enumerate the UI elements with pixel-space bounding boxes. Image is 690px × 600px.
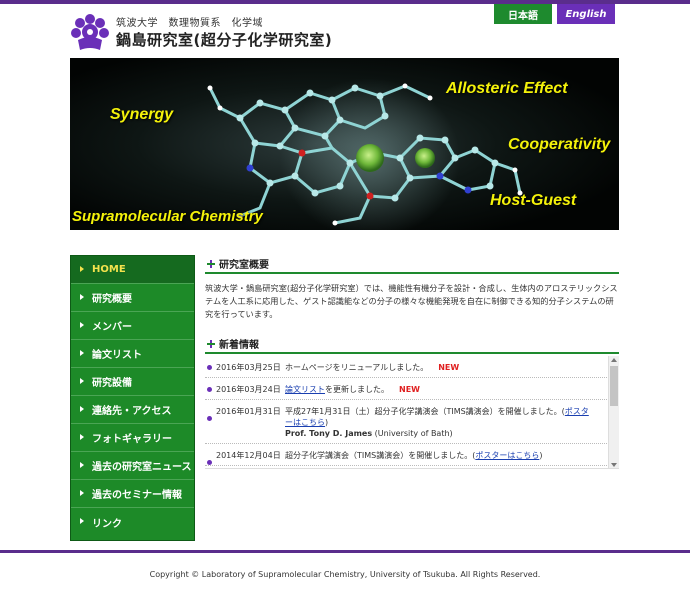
- news-item: 2014年12月04日 超分子化学講演会（TIMS講演会）を開催しました。(ポス…: [205, 444, 619, 466]
- news-list[interactable]: 2016年03月25日 ホームページをリニューアルしました。 NEW 2016年0…: [205, 356, 619, 469]
- sidebar-item-past-news[interactable]: 過去の研究室ニュース: [71, 452, 194, 480]
- footer-copyright: Copyright © Laboratory of Supramolecular…: [149, 570, 541, 579]
- overview-title: 研究室概要: [219, 260, 269, 271]
- sidebar-item-label: 過去の研究室ニュース: [92, 462, 192, 473]
- arrow-right-icon: [80, 462, 84, 468]
- news-item: 2016年03月24日 論文リストを更新しました。 NEW: [205, 378, 619, 400]
- scroll-down-icon[interactable]: [611, 463, 617, 467]
- sidebar-item-research-overview[interactable]: 研究概要: [71, 284, 194, 312]
- speaker-name: Prof. Tony D. James: [285, 429, 373, 438]
- sidebar-item-contact-access[interactable]: 連絡先・アクセス: [71, 396, 194, 424]
- news-text: 平成27年1月31日（土）超分子化学講演会（TIMS講演会）を開催しました。(ポ…: [285, 407, 589, 438]
- arrow-right-icon: [80, 518, 84, 524]
- sidebar-item-label: HOME: [92, 264, 126, 275]
- arrow-right-icon: [80, 490, 84, 496]
- main-content: 研究室概要 筑波大学・鍋島研究室(超分子化学研究室）では、機能性有機分子を設計・…: [205, 255, 619, 469]
- hero-banner: Synergy Allosteric Effect Cooperativity …: [70, 58, 619, 230]
- arrow-right-icon: [80, 294, 84, 300]
- sidebar-item-label: 論文リスト: [92, 350, 142, 361]
- sidebar-item-photo-gallery[interactable]: フォトギャラリー: [71, 424, 194, 452]
- sidebar-item-publications[interactable]: 論文リスト: [71, 340, 194, 368]
- university-crest-logo[interactable]: [70, 12, 110, 52]
- poster-link[interactable]: ポスターはこちら: [475, 451, 539, 460]
- sidebar-nav: HOME 研究概要 メンバー 論文リスト 研究設備 連絡先・アクセス フォトギャ…: [70, 255, 195, 541]
- banner-label-synergy: Synergy: [110, 106, 174, 123]
- news-date: 2016年01月31日: [216, 407, 281, 416]
- sidebar-item-equipment[interactable]: 研究設備: [71, 368, 194, 396]
- language-japanese-button[interactable]: 日本語: [494, 4, 552, 24]
- sidebar-item-label: 研究設備: [92, 378, 132, 389]
- sparkle-icon: [207, 260, 215, 268]
- sidebar-item-label: 研究概要: [92, 294, 132, 305]
- speaker-affiliation: (University of Bath): [372, 429, 453, 438]
- news-heading: 新着情報: [205, 335, 619, 354]
- site-header: 筑波大学 数理物質系 化学域 鍋島研究室(超分子化学研究室) 日本語 Engli…: [0, 4, 690, 54]
- bullet-dot-icon: [207, 460, 212, 465]
- banner-label-supramolecular-chemistry: Supramolecular Chemistry: [72, 208, 263, 225]
- university-department-line: 筑波大学 数理物質系 化学域: [116, 18, 263, 29]
- news-date: 2014年12月04日: [216, 451, 281, 460]
- news-date: 2016年03月24日: [216, 385, 281, 394]
- new-badge: NEW: [399, 385, 420, 394]
- bullet-dot-icon: [207, 387, 212, 392]
- bullet-dot-icon: [207, 416, 212, 421]
- lab-title[interactable]: 鍋島研究室(超分子化学研究室): [116, 29, 332, 50]
- news-item: 2016年03月25日 ホームページをリニューアルしました。 NEW: [205, 356, 619, 378]
- bottom-accent-bar: [0, 550, 690, 553]
- bullet-dot-icon: [207, 365, 212, 370]
- arrow-right-icon: [80, 322, 84, 328]
- news-date: 2016年03月25日: [216, 363, 281, 372]
- news-text: ホームページをリニューアルしました。 NEW: [285, 363, 460, 372]
- news-item: 2016年01月31日 平成27年1月31日（土）超分子化学講演会（TIMS講演…: [205, 400, 619, 444]
- banner-label-allosteric-effect: Allosteric Effect: [446, 80, 568, 97]
- sparkle-icon: [207, 340, 215, 348]
- new-badge: NEW: [438, 363, 460, 372]
- news-title: 新着情報: [219, 340, 259, 351]
- language-english-button[interactable]: English: [557, 4, 615, 24]
- overview-text: 筑波大学・鍋島研究室(超分子化学研究室）では、機能性有機分子を設計・合成し、生体…: [205, 283, 618, 319]
- arrow-right-icon: [80, 378, 84, 384]
- publications-link[interactable]: 論文リスト: [285, 385, 325, 394]
- overview-heading: 研究室概要: [205, 255, 619, 274]
- sidebar-item-label: フォトギャラリー: [92, 434, 172, 445]
- scroll-up-icon[interactable]: [611, 358, 617, 362]
- sidebar-item-label: リンク: [92, 518, 122, 530]
- arrow-right-icon: [80, 350, 84, 356]
- arrow-right-icon: [80, 266, 84, 272]
- banner-label-cooperativity: Cooperativity: [508, 136, 611, 153]
- sidebar-item-label: 過去のセミナー情報: [92, 490, 182, 501]
- sidebar-item-members[interactable]: メンバー: [71, 312, 194, 340]
- scroll-thumb[interactable]: [610, 366, 618, 406]
- banner-label-host-guest: Host-Guest: [490, 192, 577, 209]
- news-scrollbar[interactable]: [608, 356, 619, 468]
- arrow-right-icon: [80, 406, 84, 412]
- sidebar-item-past-seminars[interactable]: 過去のセミナー情報: [71, 480, 194, 508]
- news-text: 論文リストを更新しました。 NEW: [285, 385, 420, 394]
- sidebar-item-label: メンバー: [92, 322, 132, 333]
- arrow-right-icon: [80, 434, 84, 440]
- sidebar-item-home[interactable]: HOME: [71, 256, 194, 284]
- news-text: 超分子化学講演会（TIMS講演会）を開催しました。(ポスターはこちら): [285, 451, 543, 460]
- sidebar-item-label: 連絡先・アクセス: [92, 406, 172, 417]
- sidebar-item-links[interactable]: リンク: [71, 508, 194, 536]
